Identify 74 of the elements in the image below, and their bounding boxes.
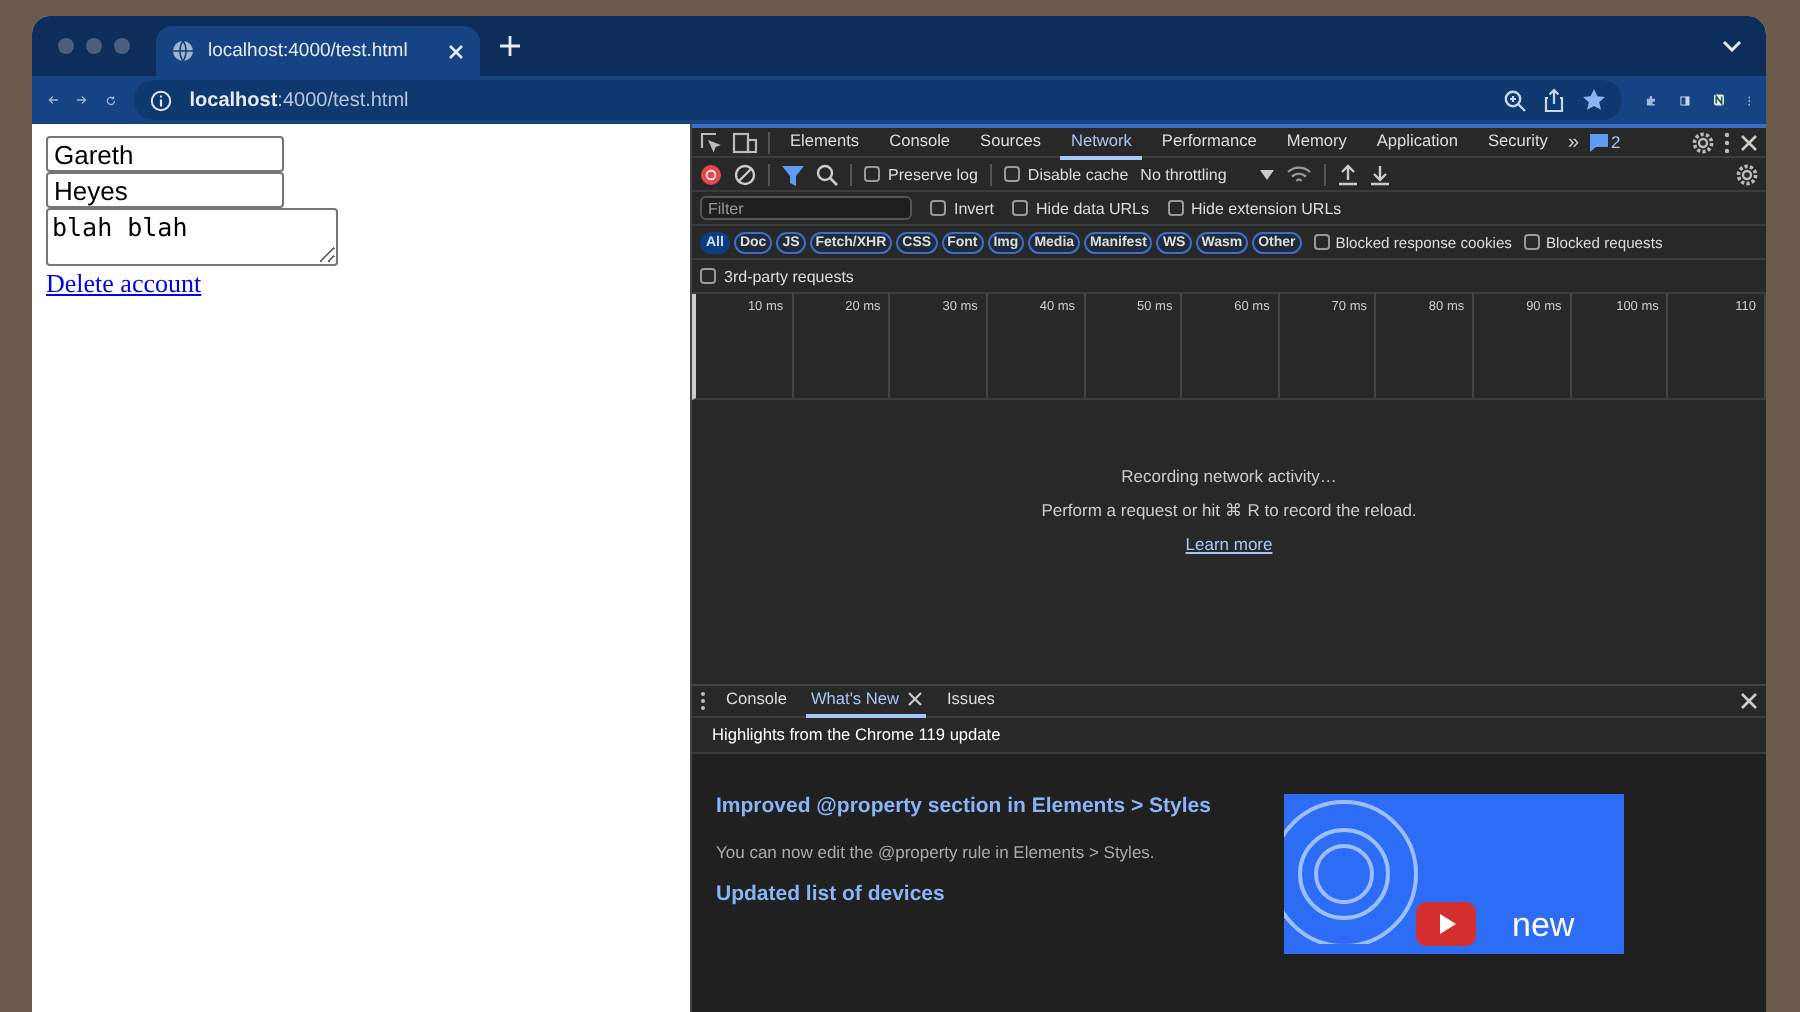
checkbox[interactable]	[1523, 234, 1540, 250]
checkbox-label[interactable]: Hide extension URLs	[1191, 199, 1342, 217]
drawer-tab[interactable]: Issues	[942, 682, 999, 718]
panel-tab[interactable]: Elements	[780, 124, 870, 160]
close-icon[interactable]	[1740, 133, 1758, 151]
settings-icon[interactable]	[1736, 163, 1758, 185]
wifi-settings-icon[interactable]	[1286, 164, 1313, 184]
panel-tab[interactable]: Performance	[1151, 124, 1267, 160]
url-text[interactable]: localhost:4000/test.html	[189, 89, 409, 111]
learn-more-link[interactable]: Learn more	[1185, 533, 1273, 554]
browser-tab[interactable]: localhost:4000/test.html	[156, 26, 480, 76]
more-tabs-button[interactable]: »	[1567, 131, 1580, 153]
checkbox[interactable]	[1313, 234, 1330, 250]
address-bar[interactable]: localhost:4000/test.html	[133, 80, 1622, 120]
checkbox-label[interactable]: Preserve log	[888, 165, 978, 183]
message-icon	[1589, 133, 1608, 151]
play-button-icon[interactable]	[1416, 901, 1476, 945]
checkbox[interactable]	[1003, 166, 1020, 182]
drawer-tab[interactable]: Console	[722, 682, 791, 718]
device-toolbar-icon[interactable]	[732, 131, 758, 153]
checkbox[interactable]	[864, 166, 880, 182]
panel-tab[interactable]: Network	[1060, 124, 1142, 160]
checkbox[interactable]	[930, 200, 946, 216]
issues-count: 2	[1611, 132, 1621, 152]
status-message: Recording network activity…	[1121, 465, 1337, 486]
inspect-icon[interactable]	[700, 131, 722, 153]
feature-heading[interactable]: Updated list of devices	[716, 881, 945, 905]
back-arrow-icon[interactable]	[48, 90, 59, 110]
download-icon[interactable]	[1370, 163, 1391, 185]
more-options-icon[interactable]	[1724, 131, 1730, 153]
issues-badge[interactable]: 2	[1589, 132, 1621, 152]
hint-text: Perform a request or hit ⌘ R to record the reload.	[1041, 499, 1417, 520]
feature-description: You can now edit the @property rule in Elements > Styles.	[716, 841, 1155, 861]
panel-tab[interactable]: Sources	[970, 124, 1051, 160]
close-icon[interactable]	[1740, 691, 1758, 709]
panel-tab[interactable]: Application	[1366, 124, 1468, 160]
plus-icon[interactable]	[500, 36, 520, 56]
panel-tab[interactable]: Security	[1477, 124, 1558, 160]
upload-icon[interactable]	[1338, 163, 1359, 185]
globe-icon	[172, 40, 194, 62]
checkbox[interactable]	[1167, 200, 1183, 216]
text-input[interactable]: Gareth	[46, 136, 284, 172]
checkbox-label[interactable]: Hide data URLs	[1036, 199, 1149, 217]
star-icon[interactable]	[1581, 88, 1606, 112]
throttling-dropdown[interactable]: No throttling	[1140, 165, 1275, 183]
panel-tab[interactable]: Console	[879, 124, 961, 160]
text-input[interactable]: Heyes	[46, 172, 284, 208]
delete-account-link[interactable]: Delete account	[46, 268, 202, 300]
text-area[interactable]: blah blah	[46, 208, 338, 266]
search-icon[interactable]	[816, 163, 838, 185]
dropdown-caret-icon	[1260, 169, 1275, 179]
info-icon	[149, 89, 172, 111]
filter-icon[interactable]	[782, 163, 804, 185]
clear-icon[interactable]	[734, 163, 756, 185]
drawer-menu-icon[interactable]	[700, 691, 706, 709]
video-caption: new	[1512, 905, 1575, 945]
share-icon[interactable]	[1543, 88, 1564, 112]
tab-title: localhost:4000/test.html	[208, 40, 410, 62]
chevron-down-icon[interactable]	[1722, 40, 1742, 52]
record-icon[interactable]	[700, 163, 722, 185]
checkbox-label[interactable]: 3rd-party requests	[724, 267, 854, 285]
feature-heading[interactable]: Improved @property section in Elements > Styles	[716, 793, 1211, 817]
filter-field[interactable]: Filter	[700, 196, 912, 220]
settings-icon[interactable]	[1692, 131, 1714, 153]
drawer-tab[interactable]: What's New	[806, 682, 927, 718]
video-thumbnail[interactable]: new	[1284, 793, 1624, 953]
checkbox[interactable]	[1012, 200, 1029, 216]
checkbox-label[interactable]: Disable cache	[1027, 165, 1129, 183]
forward-arrow-icon[interactable]	[76, 90, 88, 110]
checkbox-label[interactable]: Invert	[954, 199, 995, 217]
zoom-icon[interactable]	[1503, 89, 1526, 111]
checkbox[interactable]	[700, 268, 716, 284]
close-icon[interactable]	[908, 691, 923, 705]
panel-tab[interactable]: Memory	[1276, 124, 1357, 160]
